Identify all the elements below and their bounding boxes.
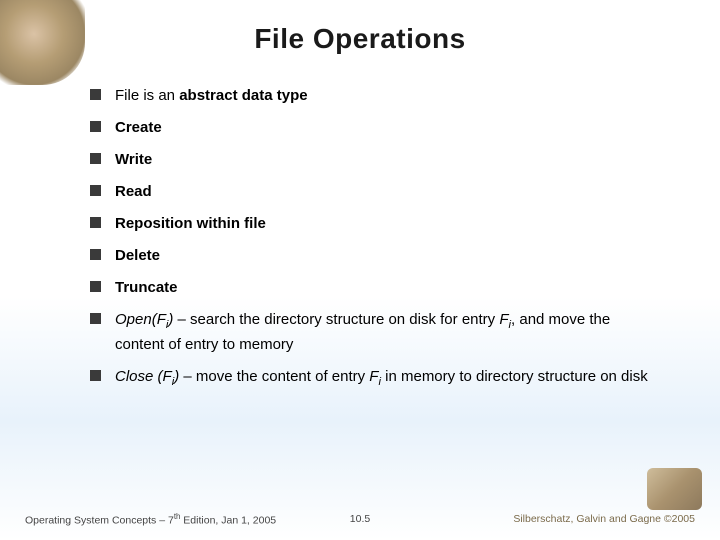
list-item: Read [90, 181, 650, 202]
bullet-text: Close (Fi) – move the content of entry F… [115, 366, 650, 391]
footer-copyright: Silberschatz, Galvin and Gagne ©2005 [370, 513, 695, 525]
list-item: Write [90, 149, 650, 170]
square-bullet-icon [90, 313, 101, 324]
bullet-text: Open(Fi) – search the directory structur… [115, 309, 650, 355]
slide-title: File Operations [40, 23, 680, 55]
square-bullet-icon [90, 185, 101, 196]
list-item: Reposition within file [90, 213, 650, 234]
bullet-text: Write [115, 149, 650, 170]
bullet-text: Create [115, 117, 650, 138]
square-bullet-icon [90, 217, 101, 228]
bullet-text: File is an abstract data type [115, 85, 650, 106]
square-bullet-icon [90, 370, 101, 381]
bullet-text: Truncate [115, 277, 650, 298]
list-item: Truncate [90, 277, 650, 298]
dinosaur-top-left-decoration [0, 0, 85, 85]
list-item: Create [90, 117, 650, 138]
square-bullet-icon [90, 249, 101, 260]
list-item: File is an abstract data type [90, 85, 650, 106]
square-bullet-icon [90, 89, 101, 100]
footer: Operating System Concepts – 7th Edition,… [0, 512, 720, 527]
bullet-text: Delete [115, 245, 650, 266]
list-item: Delete [90, 245, 650, 266]
bullet-text: Reposition within file [115, 213, 650, 234]
slide: File Operations File is an abstract data… [0, 0, 720, 540]
square-bullet-icon [90, 121, 101, 132]
dinosaur-bottom-right-decoration [647, 468, 702, 510]
square-bullet-icon [90, 281, 101, 292]
footer-left: Operating System Concepts – 7th Edition,… [25, 512, 350, 527]
list-item: Close (Fi) – move the content of entry F… [90, 366, 650, 391]
bullet-text: Read [115, 181, 650, 202]
list-item: Open(Fi) – search the directory structur… [90, 309, 650, 355]
square-bullet-icon [90, 153, 101, 164]
footer-page-number: 10.5 [350, 513, 370, 525]
bullet-list: File is an abstract data type Create Wri… [40, 85, 680, 391]
